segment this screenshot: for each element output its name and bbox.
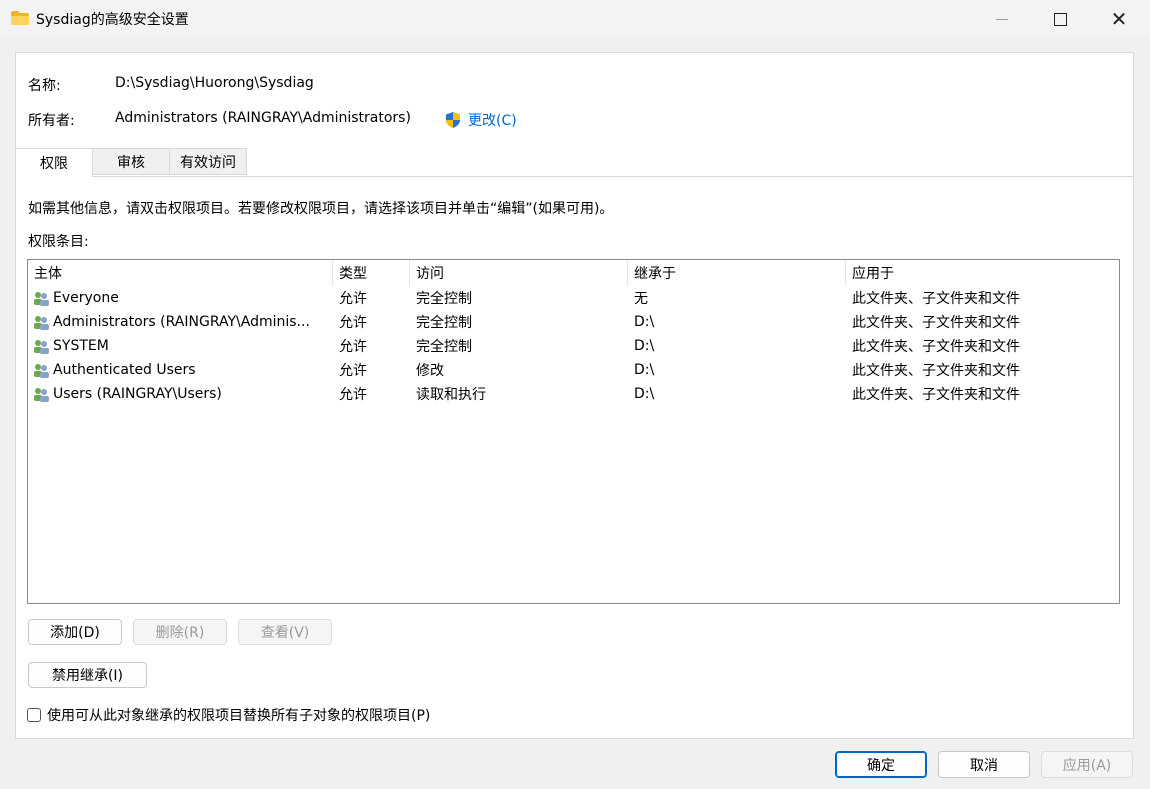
principal-cell: Administrators (RAINGRAY\Adminis... — [28, 310, 333, 334]
close-icon: ✕ — [1110, 7, 1128, 31]
title-bar: Sysdiag的高级安全设置 ✕ — [0, 0, 1150, 38]
add-button[interactable]: 添加(D) — [28, 619, 122, 645]
view-button[interactable]: 查看(V) — [238, 619, 332, 645]
column-principal-label: 主体 — [34, 266, 62, 282]
column-principal[interactable]: 主体 — [28, 260, 333, 286]
maximize-icon — [1053, 12, 1067, 26]
inherited-cell: D:\ — [634, 362, 655, 378]
close-button[interactable]: ✕ — [1090, 0, 1148, 38]
tab-effective-access[interactable]: 有效访问 — [169, 148, 247, 175]
column-access[interactable]: 访问 — [410, 260, 628, 286]
column-applies-to-label: 应用于 — [852, 266, 894, 282]
owner-value: Administrators (RAINGRAY\Administrators) — [115, 110, 411, 126]
applies-cell: 此文件夹、子文件夹和文件 — [852, 339, 1020, 355]
tab-auditing-label: 审核 — [117, 154, 145, 171]
principal-cell: Everyone — [28, 286, 333, 310]
users-group-icon — [34, 292, 49, 306]
tab-divider — [15, 176, 1134, 177]
principal-cell: Users (RAINGRAY\Users) — [28, 382, 333, 406]
uac-shield-icon — [446, 112, 460, 128]
table-row[interactable]: Administrators (RAINGRAY\Adminis... 允许 完… — [28, 310, 1119, 334]
applies-cell: 此文件夹、子文件夹和文件 — [852, 315, 1020, 331]
change-owner-link[interactable]: 更改(C) — [444, 110, 517, 130]
replace-child-permissions-label: 使用可从此对象继承的权限项目替换所有子对象的权限项目(P) — [47, 708, 431, 724]
users-group-icon — [34, 340, 49, 354]
list-header: 主体 类型 访问 继承于 应用于 — [28, 260, 1119, 286]
name-value: D:\Sysdiag\Huorong\Sysdiag — [115, 75, 314, 91]
principal-name: Everyone — [53, 290, 119, 306]
access-cell: 读取和执行 — [416, 387, 486, 403]
column-type-label: 类型 — [339, 266, 367, 282]
table-row[interactable]: SYSTEM 允许 完全控制 D:\ 此文件夹、子文件夹和文件 — [28, 334, 1119, 358]
replace-child-permissions-checkbox[interactable] — [27, 708, 41, 722]
replace-child-permissions-option[interactable]: 使用可从此对象继承的权限项目替换所有子对象的权限项目(P) — [27, 705, 430, 725]
access-cell: 修改 — [416, 363, 444, 379]
column-inherited-from-label: 继承于 — [634, 266, 676, 282]
permission-entries-list[interactable]: 主体 类型 访问 继承于 应用于 Everyone 允许 完全控制 无 此文件夹… — [27, 259, 1120, 604]
table-row[interactable]: Everyone 允许 完全控制 无 此文件夹、子文件夹和文件 — [28, 286, 1119, 310]
ok-button[interactable]: 确定 — [835, 751, 927, 778]
type-cell: 允许 — [339, 363, 367, 379]
principal-name: Authenticated Users — [53, 362, 196, 378]
name-label: 名称: — [28, 78, 61, 94]
owner-label: 所有者: — [28, 113, 75, 129]
type-cell: 允许 — [339, 291, 367, 307]
entries-label: 权限条目: — [28, 234, 89, 250]
principal-name: Administrators (RAINGRAY\Adminis... — [53, 314, 310, 330]
principal-cell: SYSTEM — [28, 334, 333, 358]
tab-permissions[interactable]: 权限 — [15, 148, 93, 177]
maximize-button[interactable] — [1031, 0, 1089, 38]
minimize-button[interactable] — [973, 0, 1031, 38]
tab-permissions-label: 权限 — [40, 156, 68, 172]
applies-cell: 此文件夹、子文件夹和文件 — [852, 387, 1020, 403]
cancel-button[interactable]: 取消 — [938, 751, 1030, 778]
type-cell: 允许 — [339, 315, 367, 331]
column-type[interactable]: 类型 — [333, 260, 410, 286]
access-cell: 完全控制 — [416, 315, 472, 331]
apply-button[interactable]: 应用(A) — [1041, 751, 1133, 778]
table-row[interactable]: Users (RAINGRAY\Users) 允许 读取和执行 D:\ 此文件夹… — [28, 382, 1119, 406]
tab-effective-access-label: 有效访问 — [180, 154, 236, 171]
disable-inheritance-button[interactable]: 禁用继承(I) — [28, 662, 147, 688]
principal-name: Users (RAINGRAY\Users) — [53, 386, 222, 402]
applies-cell: 此文件夹、子文件夹和文件 — [852, 363, 1020, 379]
users-group-icon — [34, 316, 49, 330]
principal-name: SYSTEM — [53, 338, 109, 354]
column-inherited-from[interactable]: 继承于 — [628, 260, 846, 286]
inherited-cell: D:\ — [634, 338, 655, 354]
column-applies-to[interactable]: 应用于 — [846, 260, 1119, 286]
inherited-cell: D:\ — [634, 314, 655, 330]
inherited-cell: D:\ — [634, 386, 655, 402]
access-cell: 完全控制 — [416, 339, 472, 355]
users-group-icon — [34, 364, 49, 378]
table-row[interactable]: Authenticated Users 允许 修改 D:\ 此文件夹、子文件夹和… — [28, 358, 1119, 382]
folder-icon — [11, 11, 29, 25]
instructions-text: 如需其他信息，请双击权限项目。若要修改权限项目，请选择该项目并单击“编辑”(如果… — [28, 201, 614, 217]
applies-cell: 此文件夹、子文件夹和文件 — [852, 291, 1020, 307]
window-title: Sysdiag的高级安全设置 — [36, 12, 189, 28]
principal-cell: Authenticated Users — [28, 358, 333, 382]
change-owner-text: 更改(C) — [468, 113, 517, 129]
type-cell: 允许 — [339, 339, 367, 355]
access-cell: 完全控制 — [416, 291, 472, 307]
column-access-label: 访问 — [416, 266, 444, 282]
inherited-cell: 无 — [634, 291, 648, 307]
type-cell: 允许 — [339, 387, 367, 403]
users-group-icon — [34, 388, 49, 402]
remove-button[interactable]: 删除(R) — [133, 619, 227, 645]
tab-auditing[interactable]: 审核 — [92, 148, 170, 175]
minimize-icon — [996, 18, 1008, 20]
